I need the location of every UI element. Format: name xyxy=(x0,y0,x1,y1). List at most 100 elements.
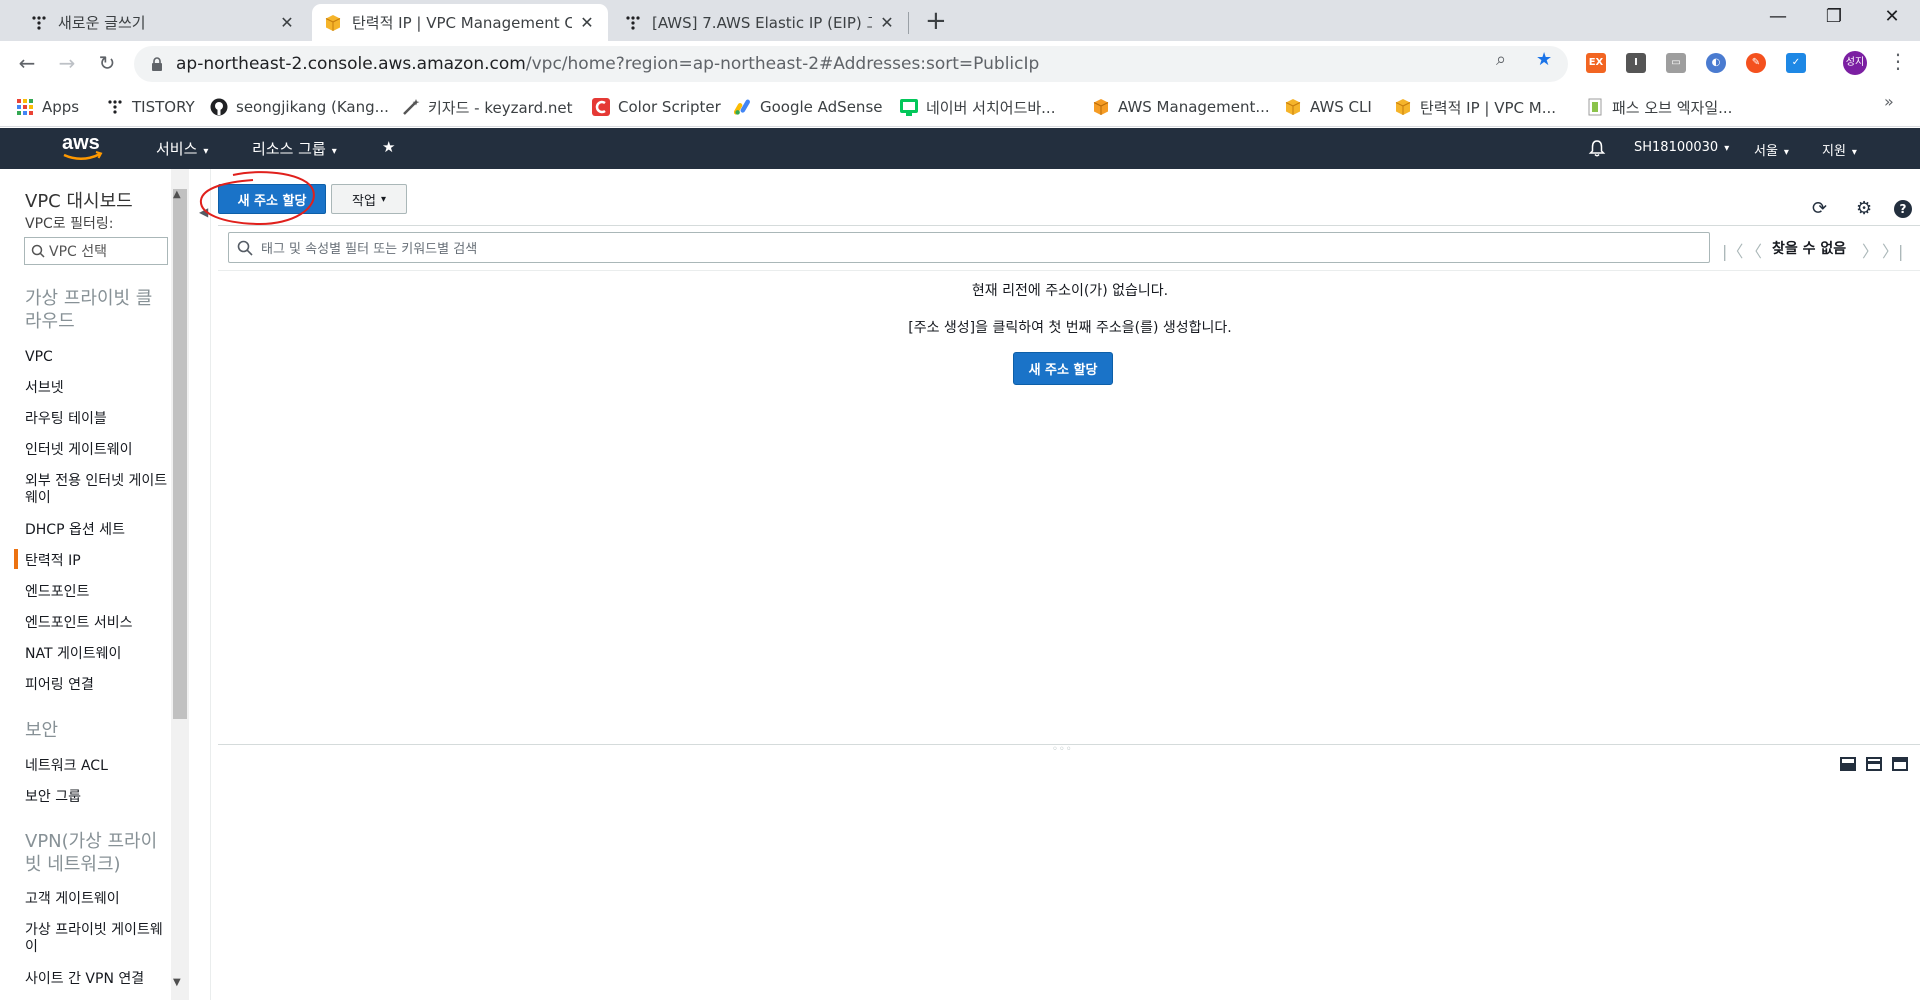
pin-icon[interactable]: ★ xyxy=(382,138,395,156)
sidebar-item-security-groups[interactable]: 보안 그룹 xyxy=(25,789,170,806)
help-icon[interactable]: ? xyxy=(1894,200,1912,218)
bookmark-star-icon[interactable]: ★ xyxy=(1536,49,1552,70)
tab-close-icon[interactable]: ✕ xyxy=(278,13,296,32)
tab-close-icon[interactable]: ✕ xyxy=(878,13,896,32)
account-menu[interactable]: SH18100030 ▾ xyxy=(1634,140,1729,155)
vpc-filter-select[interactable]: VPC 선택 xyxy=(24,237,168,265)
bookmark-aws-management[interactable]: AWS Management... xyxy=(1092,95,1270,119)
notification-bell-icon[interactable] xyxy=(1588,139,1606,161)
support-menu[interactable]: 지원 ▾ xyxy=(1822,140,1857,159)
scroll-down-icon[interactable]: ▼ xyxy=(173,977,181,988)
bookmark-keyzard[interactable]: 키자드 - keyzard.net xyxy=(402,95,572,119)
sidebar-item-site-to-site-vpn[interactable]: 사이트 간 VPN 연결 xyxy=(25,971,170,988)
forward-button[interactable]: → xyxy=(54,51,80,75)
allocate-new-address-button[interactable]: 새 주소 할당 xyxy=(218,184,326,214)
vpc-dashboard-link[interactable]: VPC 대시보드 xyxy=(25,187,133,213)
new-tab-button[interactable]: + xyxy=(925,8,947,34)
back-button[interactable]: ← xyxy=(14,51,40,75)
prev-page-icon[interactable]: 〈 xyxy=(1746,238,1762,262)
browser-menu-icon[interactable]: ⋮ xyxy=(1888,49,1908,73)
sidebar-item-nat-gateways[interactable]: NAT 게이트웨이 xyxy=(25,646,170,663)
restore-button[interactable]: ❐ xyxy=(1814,6,1854,27)
naver-icon xyxy=(900,98,918,116)
colorscripter-icon xyxy=(592,98,610,116)
aws-logo[interactable]: aws xyxy=(60,132,104,164)
layout-bottom-small-icon[interactable] xyxy=(1892,757,1908,771)
bookmark-github[interactable]: seongjikang (Kang... xyxy=(210,95,389,119)
sidebar-item-vpc[interactable]: VPC xyxy=(25,349,170,366)
reload-button[interactable]: ↻ xyxy=(94,51,120,75)
poe-icon xyxy=(1586,98,1604,116)
bookmarks-more-icon[interactable]: » xyxy=(1884,92,1894,111)
bookmark-label: 네이버 서치어드바... xyxy=(926,98,1056,117)
last-page-icon[interactable]: 〉| xyxy=(1882,238,1903,262)
sidebar-item-subnets[interactable]: 서브넷 xyxy=(25,380,170,397)
next-page-icon[interactable]: 〉 xyxy=(1862,238,1878,262)
actions-menu-button[interactable]: 작업 ▾ xyxy=(331,184,407,214)
filter-search-input[interactable]: 태그 및 속성별 필터 또는 키워드별 검색 xyxy=(228,232,1710,263)
settings-gear-icon[interactable]: ⚙ xyxy=(1856,198,1872,219)
tab-close-icon[interactable]: ✕ xyxy=(578,13,596,32)
section-title-vpc: 가상 프라이빗 클라우드 xyxy=(25,288,153,332)
tab-vpc-management[interactable]: 탄력적 IP | VPC Management Co ✕ xyxy=(312,4,608,41)
tab-separator xyxy=(908,12,909,34)
allocate-new-address-button-center[interactable]: 새 주소 할당 xyxy=(1013,352,1113,385)
bookmark-label: TISTORY xyxy=(132,98,195,116)
sidebar-item-network-acl[interactable]: 네트워크 ACL xyxy=(25,758,170,775)
account-label: SH18100030 xyxy=(1634,140,1719,155)
zoom-icon[interactable]: ⌕ xyxy=(1496,49,1506,70)
bookmark-tistory[interactable]: TISTORY xyxy=(106,95,195,119)
tab-new-post[interactable]: 새로운 글쓰기 ✕ xyxy=(18,4,308,41)
sidebar-item-virtual-private-gateways[interactable]: 가상 프라이빗 게이트웨이 xyxy=(25,922,170,956)
region-menu[interactable]: 서울 ▾ xyxy=(1754,140,1789,159)
sidebar-item-endpoints[interactable]: 엔드포인트 xyxy=(25,584,170,601)
bookmark-label: Apps xyxy=(42,98,80,116)
sidebar-item-dhcp-options[interactable]: DHCP 옵션 세트 xyxy=(25,522,170,539)
extension-check-icon[interactable]: ✓ xyxy=(1786,53,1806,73)
aws-box-icon xyxy=(324,14,342,32)
bookmark-adsense[interactable]: Google AdSense xyxy=(734,95,882,119)
resource-groups-menu[interactable]: 리소스 그룹 ▾ xyxy=(252,138,337,159)
split-handle-icon[interactable]: ◦◦◦ xyxy=(1052,744,1073,755)
adsense-icon xyxy=(734,98,752,116)
sidebar-divider xyxy=(210,169,211,1000)
sidebar-item-egress-only-gateways[interactable]: 외부 전용 인터넷 게이트웨이 xyxy=(25,473,170,507)
profile-avatar[interactable]: 성지 xyxy=(1843,51,1867,75)
extension-globe-icon[interactable]: ◐ xyxy=(1706,53,1726,73)
collapse-sidebar-icon[interactable]: ◀ xyxy=(199,205,208,219)
layout-bottom-large-icon[interactable] xyxy=(1840,757,1856,771)
layout-bottom-medium-icon[interactable] xyxy=(1866,757,1882,771)
address-bar[interactable]: ap-northeast-2.console.aws.amazon.com/vp… xyxy=(134,46,1568,82)
section-title-vpn: VPN(가상 프라이빗 네트워크) xyxy=(25,831,158,875)
sidebar-item-customer-gateways[interactable]: 고객 게이트웨이 xyxy=(25,891,170,908)
pager-status: 찾을 수 없음 xyxy=(1772,241,1847,257)
sidebar-scroll-thumb[interactable] xyxy=(173,189,187,719)
bookmark-color-scripter[interactable]: Color Scripter xyxy=(592,95,721,119)
bookmark-naver[interactable]: 네이버 서치어드바... xyxy=(900,95,1055,119)
sidebar-item-elastic-ip[interactable]: 탄력적 IP xyxy=(25,553,170,570)
bookmarks-bar: Apps TISTORY seongjikang (Kang... 키자드 - … xyxy=(0,87,1920,127)
bookmark-path-of-exile[interactable]: 패스 오브 엑자일... xyxy=(1586,95,1732,119)
sidebar-item-endpoint-services[interactable]: 엔드포인트 서비스 xyxy=(25,615,170,632)
services-menu[interactable]: 서비스 ▾ xyxy=(156,138,208,159)
scroll-up-icon[interactable]: ▲ xyxy=(173,189,181,200)
window-close-button[interactable]: ✕ xyxy=(1872,6,1912,27)
minimize-button[interactable]: — xyxy=(1758,6,1798,27)
sidebar-item-route-tables[interactable]: 라우팅 테이블 xyxy=(25,411,170,428)
sidebar-item-peering[interactable]: 피어링 연결 xyxy=(25,677,170,694)
extension-i-icon[interactable]: I xyxy=(1626,53,1646,73)
extension-pen-icon[interactable]: ✎ xyxy=(1746,53,1766,73)
tab-aws-eip-post[interactable]: [AWS] 7.AWS Elastic IP (EIP) 고정 ✕ xyxy=(612,4,908,41)
url-path: /vpc/home?region=ap-northeast-2#Addresse… xyxy=(525,54,1040,74)
chevron-down-icon: ▾ xyxy=(380,193,386,205)
bookmark-vpc-eip[interactable]: 탄력적 IP | VPC M... xyxy=(1394,95,1556,119)
apps-grid-icon xyxy=(16,98,34,116)
refresh-icon[interactable]: ⟳ xyxy=(1812,198,1827,219)
first-page-icon[interactable]: |〈 xyxy=(1722,238,1743,262)
extension-ex-icon[interactable]: EX xyxy=(1586,53,1606,73)
services-label: 서비스 xyxy=(156,140,198,158)
extension-screen-icon[interactable]: ▭ xyxy=(1666,53,1686,73)
bookmark-aws-cli[interactable]: AWS CLI xyxy=(1284,95,1372,119)
bookmark-apps[interactable]: Apps xyxy=(16,95,79,119)
sidebar-item-internet-gateways[interactable]: 인터넷 게이트웨이 xyxy=(25,442,170,459)
